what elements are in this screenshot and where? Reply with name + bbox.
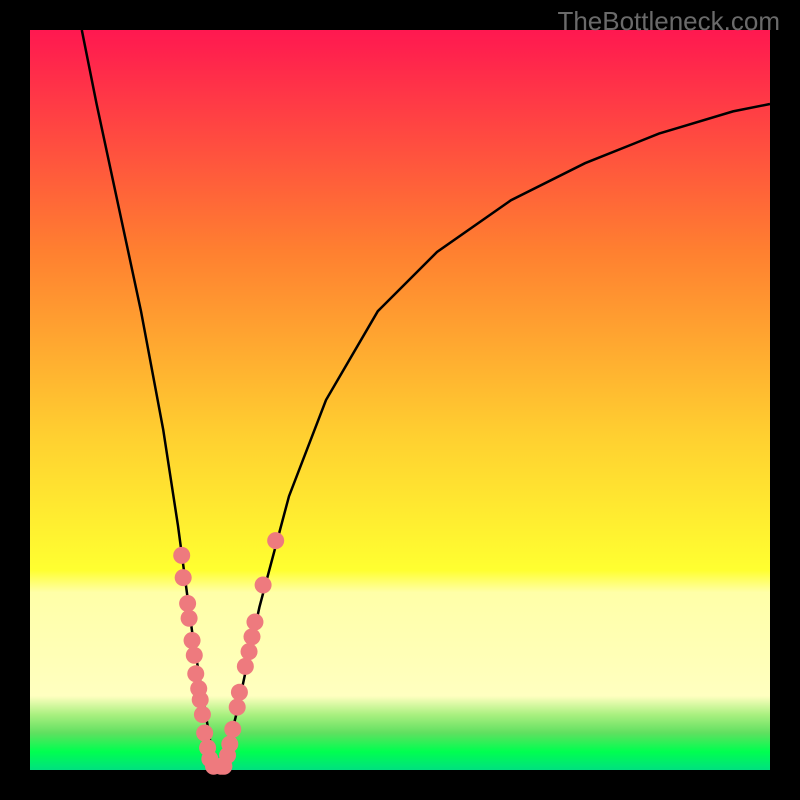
data-dot — [241, 643, 258, 660]
data-dot — [196, 725, 213, 742]
attribution-label: TheBottleneck.com — [557, 6, 780, 37]
data-dot — [179, 595, 196, 612]
data-dot — [231, 684, 248, 701]
data-dot — [267, 532, 284, 549]
data-dot — [187, 665, 204, 682]
data-dot — [246, 614, 263, 631]
data-dot — [237, 658, 254, 675]
data-dot — [194, 706, 211, 723]
data-dot — [186, 647, 203, 664]
data-dot — [192, 691, 209, 708]
chart-svg — [0, 0, 800, 800]
data-dot — [175, 569, 192, 586]
plot-area-gradient — [30, 30, 770, 770]
data-dot — [221, 736, 238, 753]
data-dot — [224, 721, 241, 738]
chart-container: TheBottleneck.com — [0, 0, 800, 800]
data-dot — [229, 699, 246, 716]
data-dot — [255, 577, 272, 594]
data-dot — [184, 632, 201, 649]
data-dot — [173, 547, 190, 564]
data-dot — [244, 628, 261, 645]
data-dot — [181, 610, 198, 627]
